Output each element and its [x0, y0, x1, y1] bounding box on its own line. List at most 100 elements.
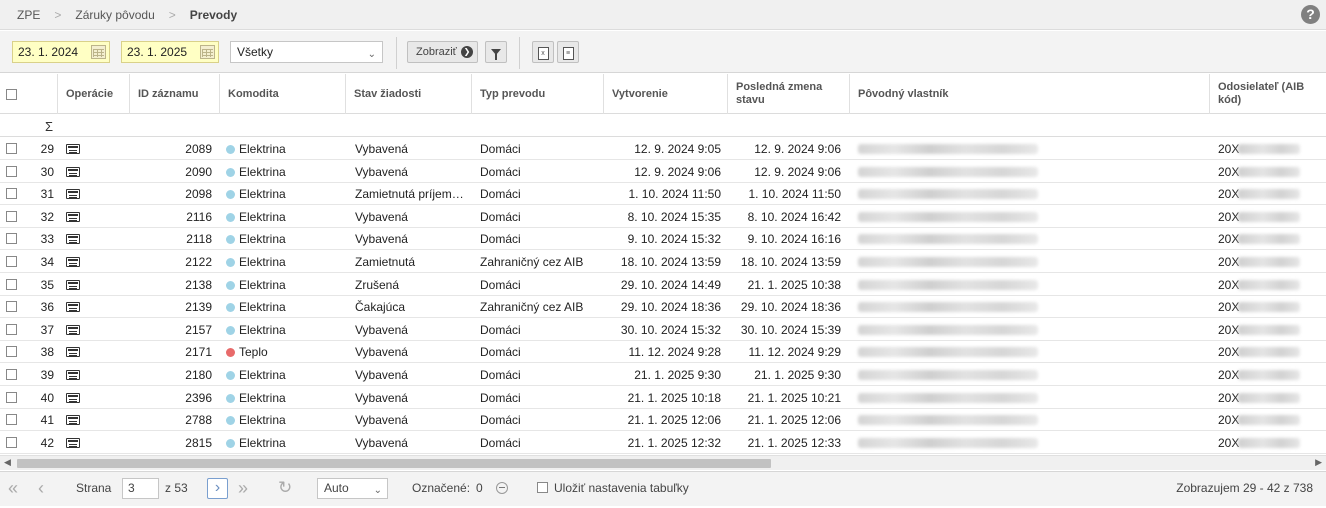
- detail-icon[interactable]: [66, 437, 80, 448]
- arrow-right-circle-icon: ❯: [461, 46, 473, 58]
- date-to-input[interactable]: 23. 1. 2025: [121, 41, 219, 63]
- transfer-type: Domáci: [480, 345, 521, 360]
- row-checkbox[interactable]: [6, 256, 17, 267]
- show-button[interactable]: Zobraziť ❯: [407, 41, 478, 63]
- scrollbar-thumb[interactable]: [17, 459, 771, 468]
- row-checkbox[interactable]: [6, 391, 17, 403]
- help-icon[interactable]: ?: [1301, 5, 1320, 24]
- table-row[interactable]: 42 2815 Elektrina Vybavená Domáci 21. 1. 2025…: [0, 432, 1326, 454]
- detail-icon[interactable]: [66, 257, 80, 267]
- row-checkbox[interactable]: [6, 301, 17, 313]
- sender-code-redacted: [1238, 279, 1300, 290]
- last-page-icon[interactable]: »: [238, 479, 248, 497]
- row-checkbox[interactable]: [6, 414, 17, 426]
- calendar-icon[interactable]: [200, 45, 215, 59]
- table-row[interactable]: 29 2089 Elektrina Vybavená Domáci 12. 9. 2024…: [0, 138, 1326, 160]
- detail-icon[interactable]: [66, 370, 80, 380]
- record-id: 2171: [185, 345, 212, 360]
- detail-icon[interactable]: [66, 279, 80, 290]
- table-row[interactable]: 32 2116 Elektrina Vybavená Domáci 8. 10. 2024…: [0, 206, 1326, 228]
- header-commodity[interactable]: Komodita: [220, 74, 346, 114]
- table-row[interactable]: 37 2157 Elektrina Vybavená Domáci 30. 10. 202…: [0, 319, 1326, 341]
- date-from-input[interactable]: 23. 1. 2024: [12, 41, 110, 63]
- detail-icon[interactable]: [66, 392, 80, 403]
- original-owner-redacted: [858, 234, 1038, 245]
- row-checkbox[interactable]: [6, 346, 17, 358]
- export-document-button[interactable]: ≡: [557, 41, 579, 63]
- chevron-right-icon: >: [168, 8, 176, 22]
- status-select[interactable]: Všetky ⌄: [230, 41, 383, 63]
- save-settings-label[interactable]: Uložiť nastavenia tabuľky: [554, 481, 689, 495]
- commodity-cell: Elektrina: [226, 138, 341, 160]
- header-last-change[interactable]: Posledná zmena stavu: [728, 74, 850, 114]
- detail-icon[interactable]: [66, 347, 80, 358]
- detail-icon[interactable]: [66, 415, 80, 426]
- transfer-type: Domáci: [480, 164, 521, 179]
- breadcrumb-item-guarantees[interactable]: Záruky pôvodu: [75, 8, 154, 22]
- summary-row: Σ: [0, 115, 1326, 137]
- table-row[interactable]: 39 2180 Elektrina Vybavená Domáci 21. 1. 2025…: [0, 364, 1326, 386]
- last-change-date: 8. 10. 2024 16:42: [747, 209, 841, 224]
- commodity-name: Elektrina: [239, 255, 286, 269]
- commodity-dot-icon: [226, 145, 235, 154]
- header-original-owner[interactable]: Pôvodný vlastník: [850, 74, 1210, 114]
- table-row[interactable]: 41 2788 Elektrina Vybavená Domáci 21. 1. 2025…: [0, 409, 1326, 432]
- sender-code-redacted: [1238, 392, 1300, 403]
- horizontal-scrollbar[interactable]: ◀ ▶: [0, 455, 1326, 470]
- row-checkbox[interactable]: [6, 278, 17, 290]
- table-row[interactable]: 38 2171 Teplo Vybavená Domáci 11. 12. 2024 9:…: [0, 341, 1326, 364]
- row-checkbox[interactable]: [6, 436, 17, 448]
- detail-icon[interactable]: [66, 324, 80, 335]
- detail-icon[interactable]: [66, 189, 80, 200]
- header-record-id[interactable]: ID záznamu: [130, 74, 220, 114]
- header-transfer-type[interactable]: Typ prevodu: [472, 74, 604, 114]
- export-excel-button[interactable]: x: [532, 41, 554, 63]
- table-row[interactable]: 34 2122 Elektrina Zamietnutá Zahraničný cez …: [0, 251, 1326, 273]
- save-settings-checkbox[interactable]: [537, 482, 548, 493]
- row-checkbox[interactable]: [6, 210, 17, 222]
- status-select-value: Všetky: [237, 45, 274, 59]
- detail-icon[interactable]: [66, 144, 80, 154]
- header-sender[interactable]: Odosielateľ (AIB kód): [1210, 74, 1326, 114]
- commodity-cell: Elektrina: [226, 432, 341, 454]
- filter-button[interactable]: [485, 41, 507, 63]
- select-all-checkbox[interactable]: [6, 88, 17, 100]
- table-row[interactable]: 33 2118 Elektrina Vybavená Domáci 9. 10. 2024…: [0, 228, 1326, 251]
- prev-page-icon[interactable]: ‹: [38, 479, 44, 497]
- first-page-icon[interactable]: «: [8, 479, 18, 497]
- original-owner-redacted: [858, 144, 1038, 154]
- table-row[interactable]: 31 2098 Elektrina Zamietnutá príjem… Domáci 1…: [0, 183, 1326, 206]
- scroll-left-icon[interactable]: ◀: [4, 457, 11, 468]
- table-row[interactable]: 35 2138 Elektrina Zrušená Domáci 29. 10. 2024…: [0, 274, 1326, 296]
- commodity-cell: Elektrina: [226, 161, 341, 183]
- refresh-icon[interactable]: ↻: [278, 479, 292, 497]
- detail-icon[interactable]: [66, 166, 80, 177]
- table-row[interactable]: 30 2090 Elektrina Vybavená Domáci 12. 9. 2024…: [0, 161, 1326, 183]
- detail-icon[interactable]: [66, 211, 80, 222]
- next-page-icon[interactable]: ›: [207, 478, 228, 499]
- row-checkbox[interactable]: [6, 369, 17, 380]
- row-checkbox[interactable]: [6, 165, 17, 177]
- header-operations[interactable]: Operácie: [58, 74, 130, 114]
- row-checkbox[interactable]: [6, 188, 17, 200]
- transfer-type: Domáci: [480, 277, 521, 292]
- row-checkbox[interactable]: [6, 143, 17, 154]
- page-input[interactable]: 3: [122, 478, 159, 499]
- clear-selection-icon[interactable]: [496, 482, 508, 494]
- detail-icon[interactable]: [66, 302, 80, 313]
- row-checkbox[interactable]: [6, 323, 17, 335]
- detail-icon[interactable]: [66, 234, 80, 245]
- scroll-right-icon[interactable]: ▶: [1315, 457, 1322, 468]
- header-request-status[interactable]: Stav žiadosti: [346, 74, 472, 114]
- breadcrumb-item-zpe[interactable]: ZPE: [17, 8, 40, 22]
- header-created[interactable]: Vytvorenie: [604, 74, 728, 114]
- record-id: 2089: [185, 142, 212, 156]
- row-checkbox[interactable]: [6, 233, 17, 245]
- table-row[interactable]: 40 2396 Elektrina Vybavená Domáci 21. 1. 2025…: [0, 387, 1326, 409]
- sender-code-redacted: [1238, 234, 1300, 245]
- calendar-icon[interactable]: [91, 45, 106, 59]
- selected-label: Označené:: [412, 481, 471, 495]
- commodity-dot-icon: [226, 167, 235, 177]
- page-size-select[interactable]: Auto ⌄: [317, 478, 388, 499]
- table-row[interactable]: 36 2139 Elektrina Čakajúca Zahraničný cez AI…: [0, 296, 1326, 319]
